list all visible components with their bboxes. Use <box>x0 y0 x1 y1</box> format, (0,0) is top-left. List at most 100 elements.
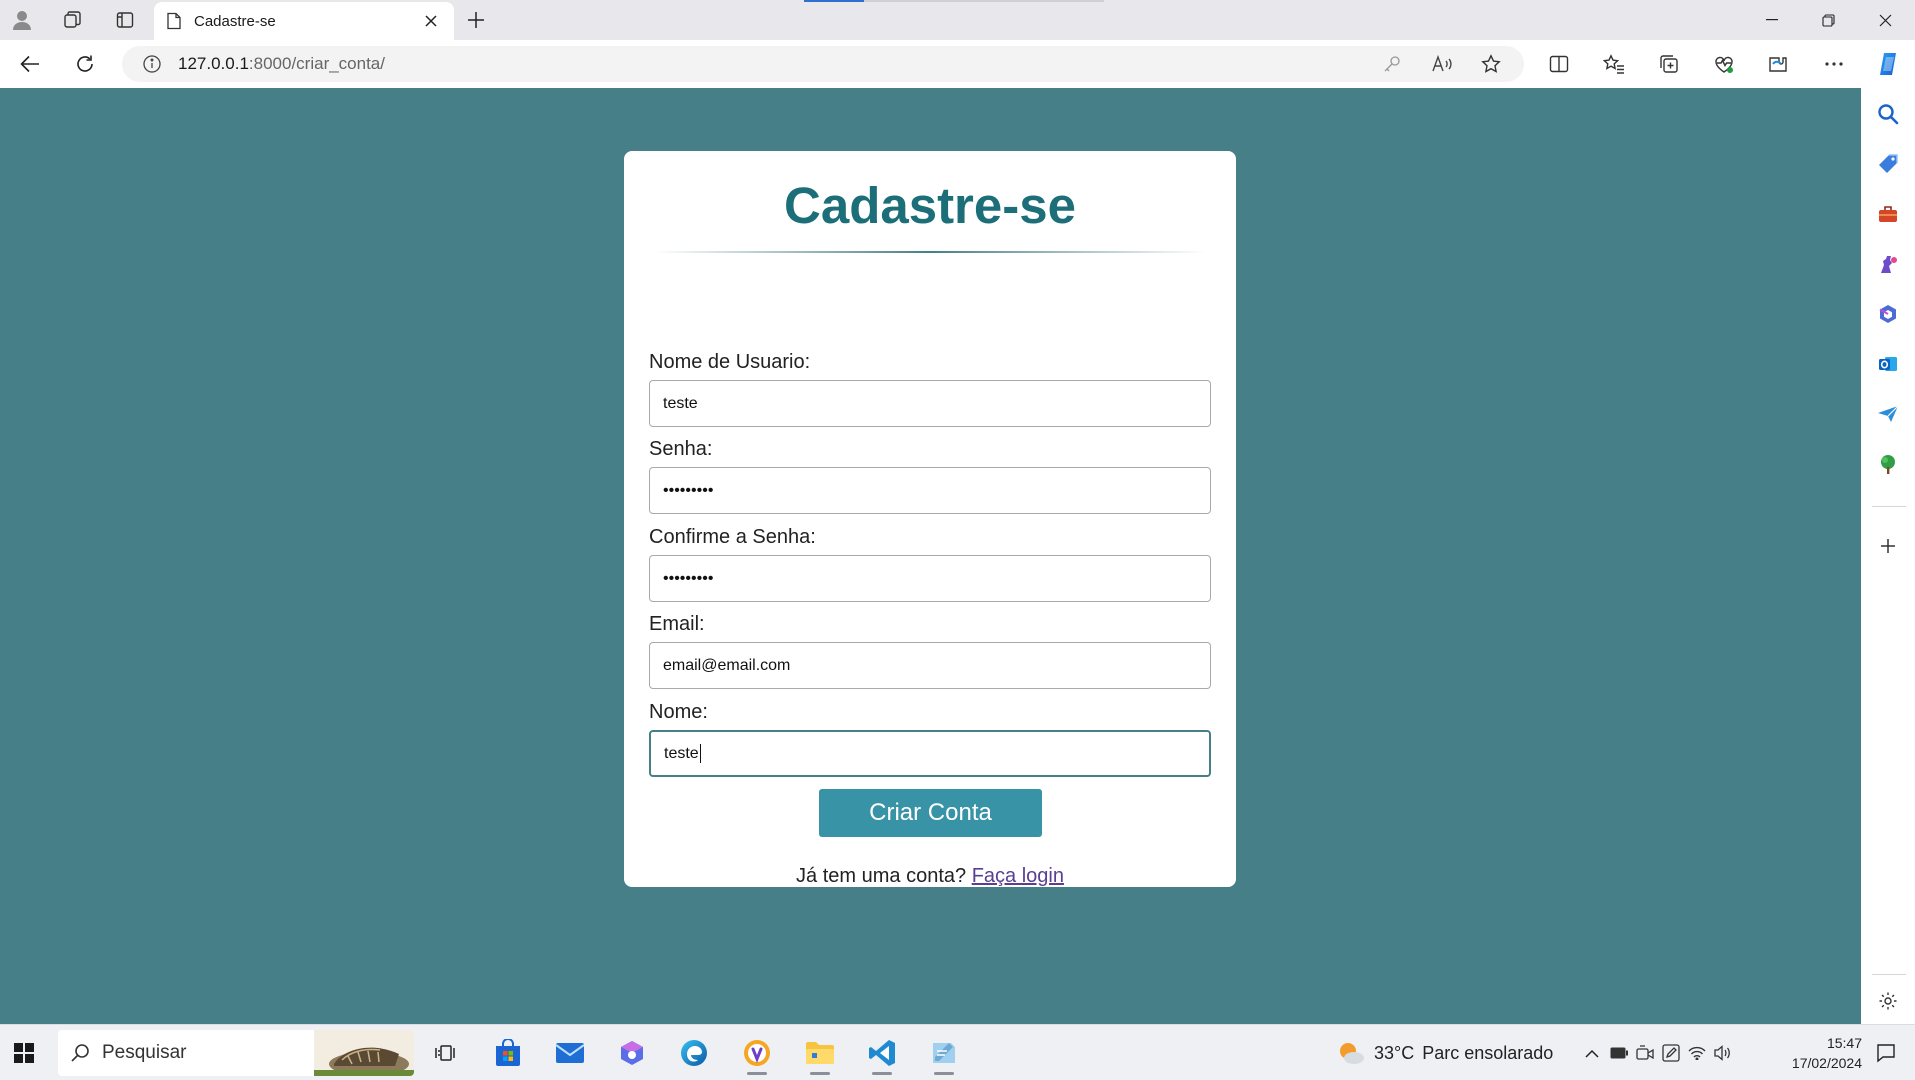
sidebar-m365-button[interactable] <box>1870 296 1906 332</box>
shopping-tag-icon <box>1877 153 1899 175</box>
send-icon <box>1877 404 1899 424</box>
battery-icon[interactable] <box>1606 1047 1632 1059</box>
split-screen-button[interactable] <box>1541 46 1577 82</box>
minimize-button[interactable] <box>1743 0 1800 40</box>
minimize-icon <box>1765 19 1778 21</box>
more-button[interactable] <box>1816 46 1852 82</box>
browser-essentials-button[interactable] <box>1706 46 1742 82</box>
start-button[interactable] <box>0 1029 48 1077</box>
sidebar-games-button[interactable] <box>1870 246 1906 282</box>
password-button[interactable] <box>1374 46 1410 82</box>
pen-menu-icon[interactable] <box>1658 1044 1684 1062</box>
sidebar-bottom-divider <box>1872 974 1906 975</box>
folder-icon <box>805 1040 835 1066</box>
confirm-password-value: ••••••••• <box>663 569 714 587</box>
search-highlight-image <box>314 1030 414 1076</box>
sidebar-tree-button[interactable] <box>1870 446 1906 482</box>
meet-now-icon[interactable] <box>1632 1045 1658 1061</box>
partly-sunny-icon <box>1336 1039 1366 1067</box>
edge-taskbar-button[interactable] <box>670 1029 718 1077</box>
password-value: ••••••••• <box>663 481 714 499</box>
task-view-button[interactable] <box>421 1029 469 1077</box>
email-input[interactable]: email@email.com <box>649 642 1211 689</box>
close-tab-button[interactable] <box>420 10 442 32</box>
read-aloud-button[interactable] <box>1424 46 1460 82</box>
search-icon <box>1877 103 1899 125</box>
system-clock[interactable]: 15:47 17/02/2024 <box>1752 1033 1862 1073</box>
url-text[interactable]: 127.0.0.1:8000/criar_conta/ <box>178 54 385 74</box>
windows-logo-icon <box>14 1043 34 1063</box>
new-tab-button[interactable] <box>456 0 496 40</box>
show-hidden-icons-button[interactable] <box>1578 1049 1606 1058</box>
vscode-button[interactable] <box>858 1029 906 1077</box>
back-icon <box>20 55 40 73</box>
taskbar-search[interactable]: Pesquisar <box>58 1030 414 1076</box>
confirm-password-input[interactable]: ••••••••• <box>649 555 1211 602</box>
page-viewport: Cadastre-se Nome de Usuario: teste Senha… <box>0 88 1861 1024</box>
vertical-tabs-icon <box>115 10 135 30</box>
tree-icon <box>1877 453 1899 475</box>
copilot-taskbar-button[interactable] <box>608 1029 656 1077</box>
address-bar[interactable]: 127.0.0.1:8000/criar_conta/ <box>122 46 1524 82</box>
collections-icon <box>1659 54 1679 74</box>
more-icon <box>1825 62 1843 66</box>
login-link[interactable]: Faça login <box>972 865 1064 887</box>
microsoft-store-button[interactable] <box>484 1029 532 1077</box>
name-input[interactable]: teste <box>649 730 1211 777</box>
copilot-button[interactable] <box>1871 46 1907 82</box>
sidebar-tools-button[interactable] <box>1870 196 1906 232</box>
new-tab-icon <box>467 11 485 29</box>
clock-time: 15:47 <box>1826 1035 1862 1051</box>
sidebar-send-button[interactable] <box>1870 396 1906 432</box>
back-button[interactable] <box>12 46 48 82</box>
favorites-button[interactable] <box>1596 46 1632 82</box>
create-account-button[interactable]: Criar Conta <box>819 789 1042 837</box>
add-icon <box>1880 538 1896 554</box>
workspaces-button[interactable] <box>52 0 92 40</box>
restore-button[interactable] <box>1800 0 1857 40</box>
restore-icon <box>1822 13 1835 27</box>
notes-app-button[interactable] <box>920 1029 968 1077</box>
collections-button[interactable] <box>1651 46 1687 82</box>
search-placeholder: Pesquisar <box>102 1042 187 1063</box>
profile-button[interactable] <box>2 0 42 40</box>
screen: Cadastre-se 127.0.0.1:8000/criar_conta/ … <box>0 0 1915 1080</box>
favorite-star-icon <box>1481 54 1501 74</box>
username-input[interactable]: teste <box>649 380 1211 427</box>
weather-widget[interactable]: 33°C Parc ensolarado <box>1336 1029 1553 1077</box>
microsoft-365-icon <box>1877 303 1899 325</box>
sidebar-outlook-button[interactable] <box>1870 346 1906 382</box>
sidebar-settings-button[interactable] <box>1870 983 1906 1019</box>
volume-icon[interactable] <box>1710 1045 1736 1061</box>
sidebar-shopping-button[interactable] <box>1870 146 1906 182</box>
browser-essentials-icon <box>1713 54 1735 74</box>
close-window-button[interactable] <box>1857 0 1914 40</box>
vertical-tabs-button[interactable] <box>105 0 145 40</box>
sidebar-search-button[interactable] <box>1870 96 1906 132</box>
notification-icon <box>1876 1043 1896 1063</box>
settings-icon <box>1878 991 1898 1011</box>
wifi-icon[interactable] <box>1684 1046 1710 1060</box>
add-favorite-button[interactable] <box>1473 46 1509 82</box>
tab-strip: Cadastre-se <box>0 0 1915 40</box>
extensions-button[interactable] <box>1761 46 1797 82</box>
copilot-icon <box>1876 51 1902 77</box>
info-icon[interactable] <box>142 54 162 74</box>
mail-button[interactable] <box>546 1029 594 1077</box>
vpn-app-button[interactable] <box>733 1029 781 1077</box>
key-icon <box>1383 55 1401 73</box>
tab-cadastre-se[interactable]: Cadastre-se <box>154 2 454 40</box>
login-prompt-text: Já tem uma conta? <box>796 865 967 887</box>
file-explorer-button[interactable] <box>796 1029 844 1077</box>
username-value: teste <box>663 394 698 412</box>
store-icon <box>493 1039 523 1067</box>
password-input[interactable]: ••••••••• <box>649 467 1211 514</box>
refresh-button[interactable] <box>67 46 103 82</box>
read-aloud-icon <box>1431 55 1453 73</box>
email-value: email@email.com <box>663 656 791 674</box>
text-caret <box>699 744 701 763</box>
confirm-password-label: Confirme a Senha: <box>649 526 816 548</box>
sidebar-add-button[interactable] <box>1870 528 1906 564</box>
notifications-button[interactable] <box>1862 1029 1910 1077</box>
favorites-icon <box>1603 54 1625 74</box>
